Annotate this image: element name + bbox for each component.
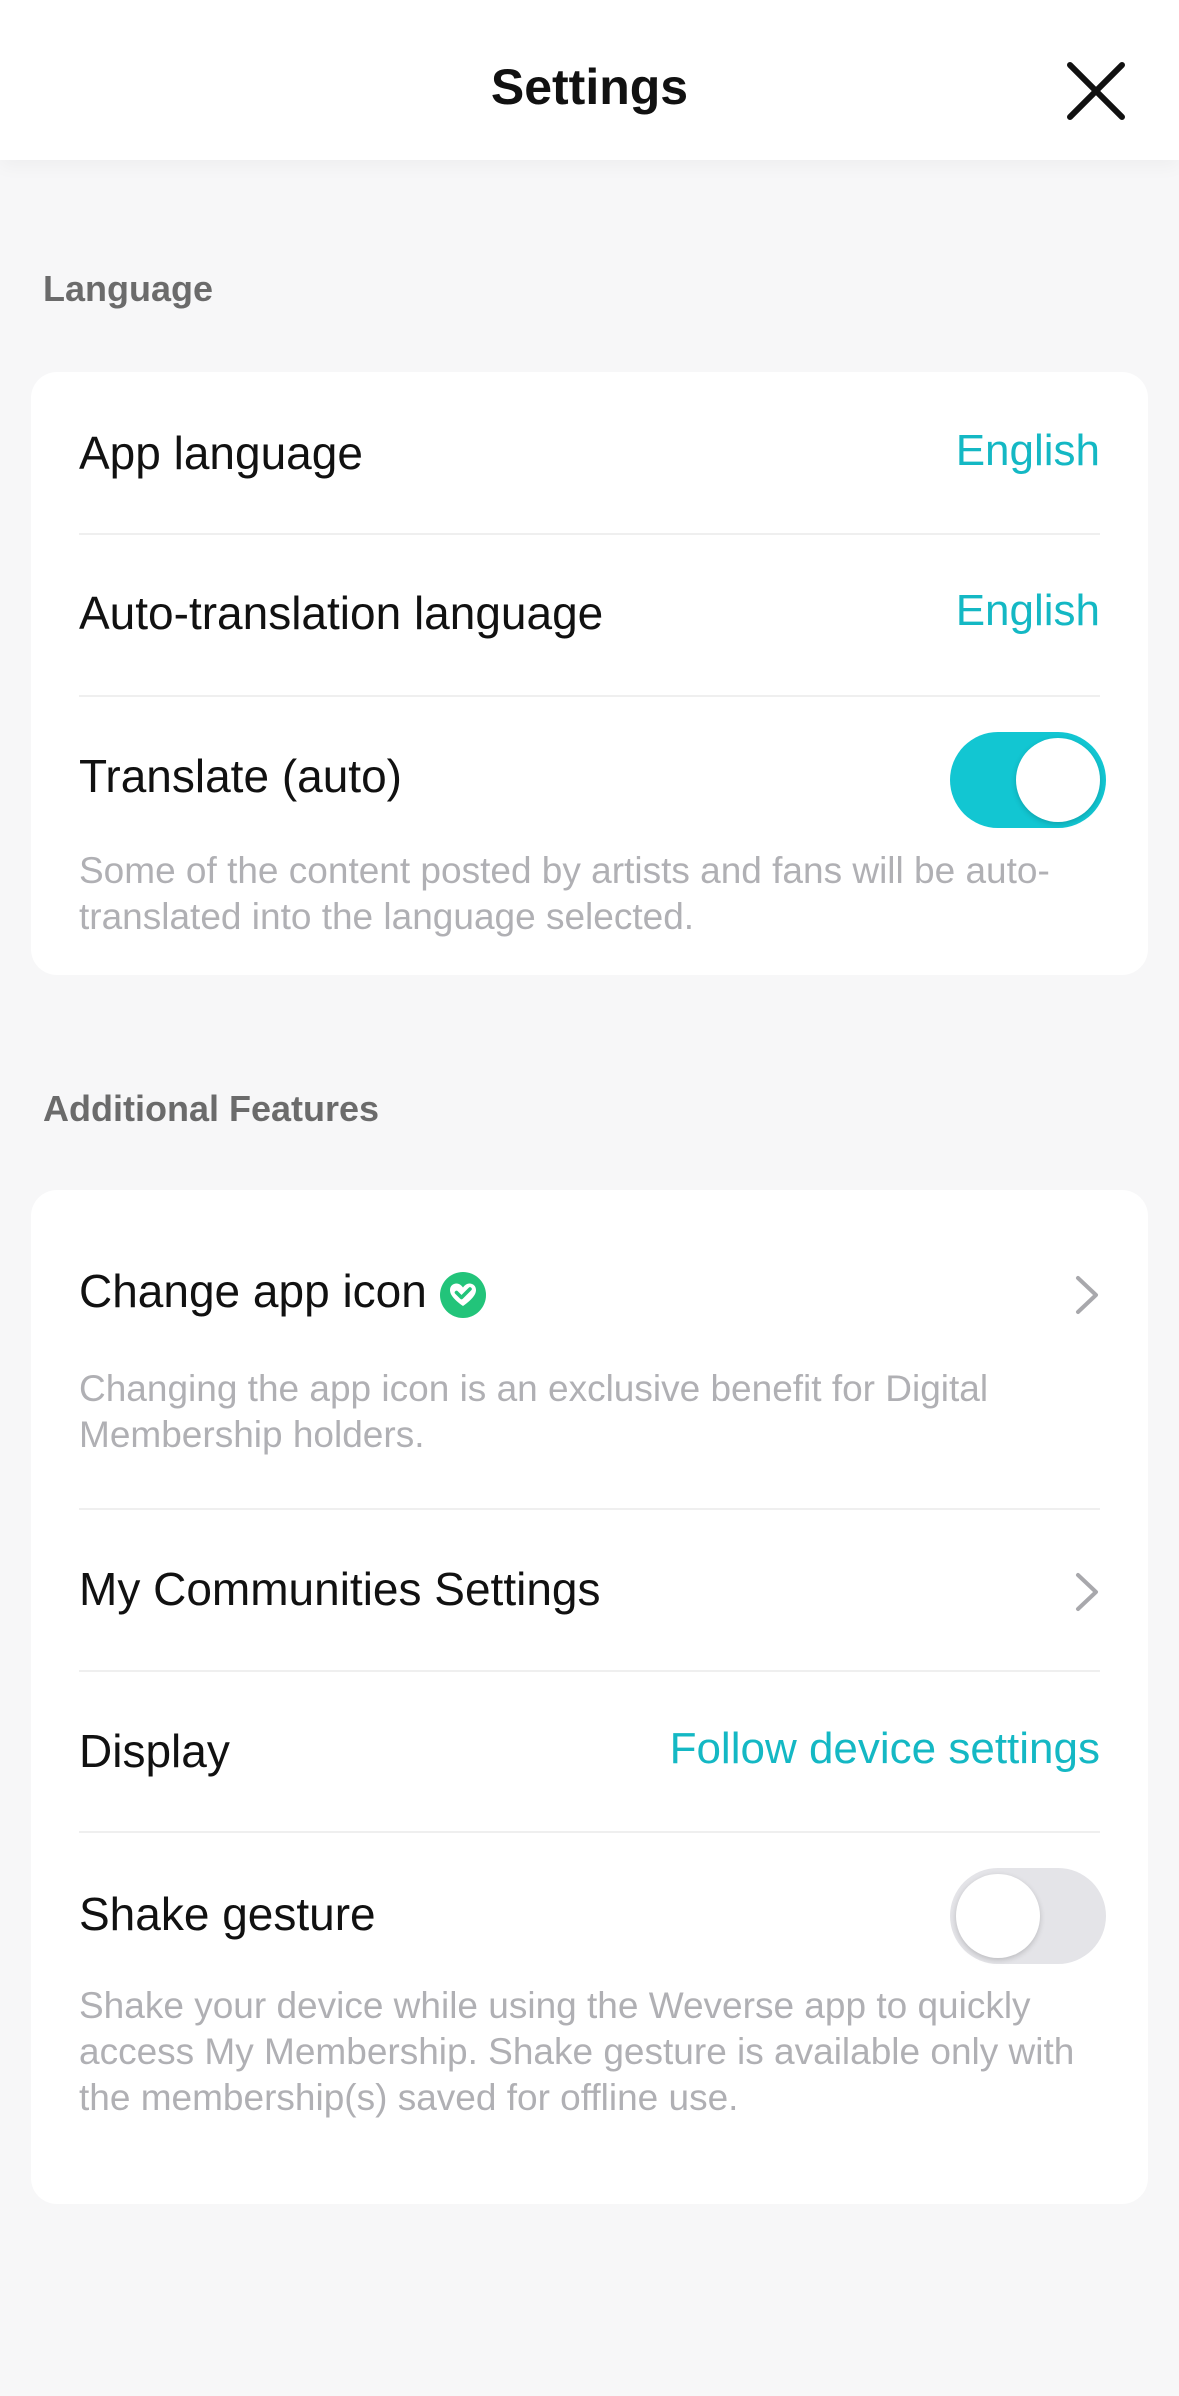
change-app-icon-row[interactable]: Change app icon <box>79 1264 1100 1326</box>
translate-auto-row: Translate (auto) <box>79 749 1100 809</box>
shake-gesture-description: Shake your device while using the Wevers… <box>79 1985 1075 2118</box>
my-communities-settings-row[interactable]: My Communities Settings <box>79 1562 1100 1622</box>
display-row[interactable]: Display Follow device settings <box>79 1724 1100 1784</box>
divider <box>79 695 1100 697</box>
divider <box>79 1670 1100 1672</box>
display-label: Display <box>79 1725 230 1777</box>
chevron-right-icon[interactable] <box>1066 1567 1106 1617</box>
shake-gesture-row: Shake gesture <box>79 1887 1100 1947</box>
settings-header: Settings <box>0 0 1179 160</box>
translate-auto-toggle[interactable] <box>950 732 1106 828</box>
page-title: Settings <box>490 59 689 115</box>
change-app-icon-label: Change app icon <box>79 1265 427 1317</box>
section-label-additional-features: Additional Features <box>43 1088 380 1129</box>
auto-translation-language-value: English <box>955 586 1100 635</box>
app-language-label: App language <box>79 427 363 479</box>
divider <box>79 1831 1100 1833</box>
my-communities-settings-label: My Communities Settings <box>79 1563 601 1615</box>
additional-features-card: Change app icon Changing the app icon is… <box>31 1190 1148 2204</box>
toggle-knob <box>956 1874 1040 1958</box>
close-button[interactable] <box>1060 55 1132 127</box>
app-language-value: English <box>955 426 1100 475</box>
divider <box>79 1508 1100 1510</box>
change-app-icon-description: Changing the app icon is an exclusive be… <box>79 1368 989 1455</box>
membership-heart-badge-icon <box>439 1271 486 1318</box>
display-value: Follow device settings <box>669 1724 1100 1773</box>
translate-auto-label: Translate (auto) <box>79 750 402 802</box>
auto-translation-language-row[interactable]: Auto-translation language English <box>79 586 1100 646</box>
toggle-knob <box>1016 738 1100 822</box>
language-card: App language English Auto-translation la… <box>31 372 1148 975</box>
translate-auto-description: Some of the content posted by artists an… <box>79 850 1050 937</box>
close-icon <box>1067 62 1125 120</box>
section-label-language: Language <box>43 268 214 309</box>
chevron-right-icon[interactable] <box>1066 1270 1106 1320</box>
app-language-row[interactable]: App language English <box>79 426 1100 486</box>
shake-gesture-toggle[interactable] <box>950 1868 1106 1964</box>
change-app-icon-label-wrap: Change app icon <box>79 1264 487 1319</box>
auto-translation-language-label: Auto-translation language <box>79 587 604 639</box>
divider <box>79 533 1100 535</box>
shake-gesture-label: Shake gesture <box>79 1888 376 1940</box>
